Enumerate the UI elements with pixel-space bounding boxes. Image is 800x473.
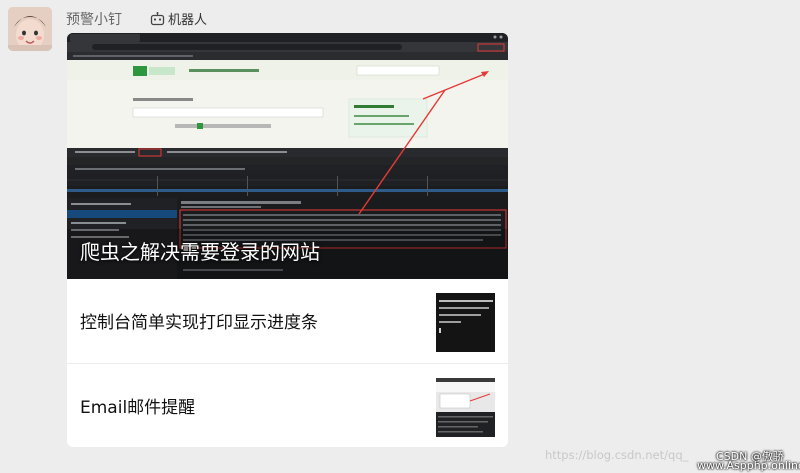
article-item-progress-bar[interactable]: 控制台简单实现打印显示进度条: [67, 279, 508, 363]
console-terminal-thumbnail: [436, 293, 495, 352]
devtools-thumbnail-image: [436, 378, 495, 437]
sender-avatar[interactable]: [8, 7, 52, 51]
robot-badge-label: 机器人: [168, 13, 208, 28]
article-title: Email邮件提醒: [80, 398, 196, 418]
sender-name: 预警小钉: [66, 12, 122, 28]
avatar-portrait: [8, 7, 52, 51]
article-item-email-alert[interactable]: Email邮件提醒: [67, 363, 508, 447]
site-watermark: www.Aspphp.online: [697, 459, 800, 472]
news-card[interactable]: 爬虫之解决需要登录的网站 控制台简单实现打印显示进度条 Email邮件提醒: [67, 33, 508, 447]
terminal-thumbnail-image: [439, 300, 493, 333]
robot-icon: [150, 11, 165, 25]
robot-badge: 机器人: [150, 9, 207, 28]
cover-article-title: 爬虫之解决需要登录的网站: [80, 240, 320, 264]
blog-url-watermark: https://blog.csdn.net/qq_: [545, 448, 689, 462]
cover-article[interactable]: 爬虫之解决需要登录的网站: [67, 33, 508, 279]
browser-devtools-thumbnail: [436, 378, 495, 437]
article-title: 控制台简单实现打印显示进度条: [80, 313, 318, 333]
